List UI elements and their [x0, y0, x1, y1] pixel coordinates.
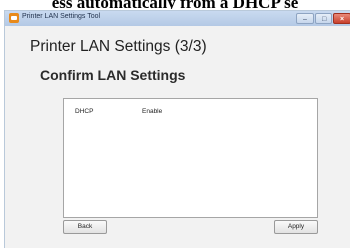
minimize-button[interactable]: –	[296, 13, 314, 24]
back-button[interactable]: Back	[63, 220, 107, 234]
close-button[interactable]: ×	[333, 13, 350, 24]
apply-button[interactable]: Apply	[274, 220, 318, 234]
setting-key: DHCP	[75, 108, 94, 115]
printer-app-icon	[9, 13, 19, 23]
maximize-button[interactable]: □	[315, 13, 332, 24]
close-icon: ×	[340, 16, 345, 23]
document-caption-text: ess automatically from a DHCP se	[0, 0, 350, 9]
page-title: Printer LAN Settings (3/3)	[30, 38, 207, 55]
title-bar[interactable]: Printer LAN Settings Tool – □ ×	[5, 11, 350, 26]
section-title: Confirm LAN Settings	[40, 67, 186, 83]
maximize-icon: □	[322, 16, 327, 23]
window-title: Printer LAN Settings Tool	[22, 13, 101, 20]
settings-summary-panel: DHCP Enable	[63, 98, 318, 218]
minimize-icon: –	[303, 16, 307, 23]
setting-value: Enable	[142, 108, 163, 115]
